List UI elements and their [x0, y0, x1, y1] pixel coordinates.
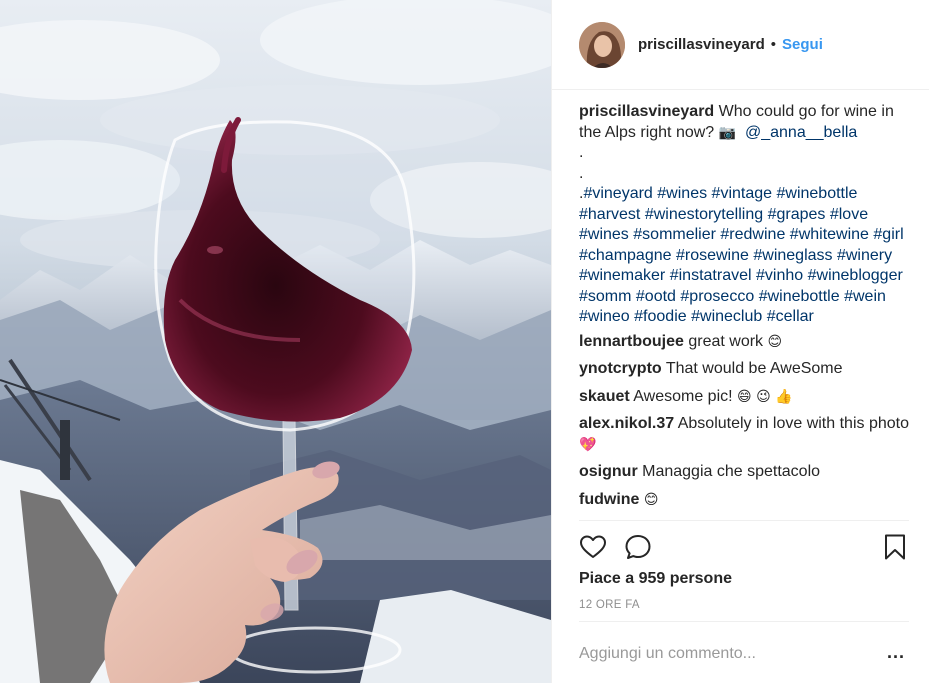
camera-emoji: 📷: [718, 124, 737, 141]
comment-item: skauet Awesome pic! 😄 😉 👍: [579, 387, 909, 408]
likes-count[interactable]: Piace a 959 persone: [579, 570, 732, 588]
caption-dot-1: .: [579, 144, 584, 161]
comment-emoji: 💖: [579, 436, 597, 453]
comment-input[interactable]: [579, 642, 869, 666]
header-separator: •: [770, 36, 777, 53]
caption-hashtags: .#vineyard #wines #vintage #winebottle #…: [579, 185, 904, 325]
comment-item: lennartboujee great work 😊: [579, 332, 909, 353]
hashtag-link[interactable]: #wineblogger: [808, 267, 903, 284]
comment-item: osignur Managgia che spettacolo: [579, 462, 909, 483]
post-details-panel: priscillasvineyard • Segui priscillasvin…: [551, 0, 929, 683]
hashtag-link[interactable]: #grapes: [768, 206, 826, 223]
hashtag-link[interactable]: #whitewine: [790, 226, 869, 243]
action-bar: [579, 520, 909, 572]
hashtag-link[interactable]: #wineglass: [753, 247, 832, 264]
comment-emoji: 😄 😉 👍: [737, 388, 793, 405]
hashtag-link[interactable]: #winestorytelling: [645, 206, 763, 223]
caption-mention[interactable]: @_anna__bella: [745, 124, 857, 141]
more-options-button[interactable]: ...: [883, 642, 909, 666]
hashtag-link[interactable]: #wineclub: [691, 308, 762, 325]
hashtag-link[interactable]: #cellar: [767, 308, 814, 325]
hashtag-link[interactable]: #wines: [579, 226, 629, 243]
hashtag-link[interactable]: #vineyard: [583, 185, 652, 202]
wine-glass-alps-image: [0, 0, 551, 683]
comment-emoji: 😊: [767, 333, 783, 350]
comment-username[interactable]: skauet: [579, 388, 630, 405]
follow-button[interactable]: Segui: [782, 36, 823, 53]
hashtag-link[interactable]: #winebottle: [759, 288, 840, 305]
comment-item: fudwine 😊: [579, 490, 909, 511]
comment-text: Awesome pic!: [633, 387, 733, 405]
comment-username[interactable]: alex.nikol.37: [579, 415, 674, 432]
post-timestamp[interactable]: 12 ORE FA: [579, 599, 640, 611]
comment-username[interactable]: fudwine: [579, 491, 639, 508]
caption-username[interactable]: priscillasvineyard: [579, 103, 714, 120]
hashtag-link[interactable]: #vinho: [756, 267, 803, 284]
comment-text: Absolutely in love with this photo: [677, 415, 909, 432]
hashtag-link[interactable]: #champagne: [579, 247, 672, 264]
hashtag-link[interactable]: #somm: [579, 288, 631, 305]
hashtag-link[interactable]: #wines: [657, 185, 707, 202]
comment-text: great work: [688, 332, 764, 350]
hashtag-link[interactable]: #ootd: [636, 288, 676, 305]
add-comment-box: ...: [579, 621, 909, 683]
header-username[interactable]: priscillasvineyard: [638, 36, 765, 53]
hashtag-link[interactable]: #winemaker: [579, 267, 665, 284]
avatar[interactable]: [579, 21, 625, 68]
comment-username[interactable]: lennartboujee: [579, 333, 684, 350]
comment-item: ynotcrypto That would be AweSome: [579, 359, 909, 380]
comments-fade: [579, 510, 909, 520]
comment-icon[interactable]: [624, 533, 652, 561]
hashtag-link[interactable]: #winery: [837, 247, 892, 264]
comment-emoji: 😊: [643, 491, 659, 508]
hashtag-link[interactable]: #winebottle: [777, 185, 858, 202]
caption-dot-2: .: [579, 164, 584, 182]
comment-text: That would be AweSome: [665, 360, 843, 377]
hashtag-link[interactable]: #vintage: [712, 185, 773, 202]
hashtag-link[interactable]: #prosecco: [680, 288, 754, 305]
hashtag-link[interactable]: #girl: [873, 226, 903, 243]
hashtag-link[interactable]: #wineo: [579, 308, 630, 325]
comment-username[interactable]: osignur: [579, 463, 638, 480]
comment-username[interactable]: ynotcrypto: [579, 360, 662, 377]
hashtag-link[interactable]: #redwine: [720, 226, 785, 243]
hashtag-link[interactable]: #instatravel: [670, 267, 752, 284]
heart-icon[interactable]: [579, 533, 607, 561]
comments-list[interactable]: priscillasvineyard Who could go for wine…: [579, 102, 909, 520]
hashtag-link[interactable]: #rosewine: [676, 247, 749, 264]
hashtag-link[interactable]: #foodie: [634, 308, 687, 325]
hashtag-link[interactable]: #love: [830, 206, 868, 223]
comment-item: alex.nikol.37 Absolutely in love with th…: [579, 414, 909, 455]
post-caption: priscillasvineyard Who could go for wine…: [579, 102, 909, 328]
post-photo[interactable]: [0, 0, 551, 683]
post-header: priscillasvineyard • Segui: [552, 0, 929, 90]
hashtag-link[interactable]: #wein: [844, 288, 886, 305]
hashtag-link[interactable]: #sommelier: [633, 226, 716, 243]
bookmark-icon[interactable]: [881, 533, 909, 561]
hashtag-link[interactable]: #harvest: [579, 206, 640, 223]
comment-text: Managgia che spettacolo: [642, 463, 821, 480]
